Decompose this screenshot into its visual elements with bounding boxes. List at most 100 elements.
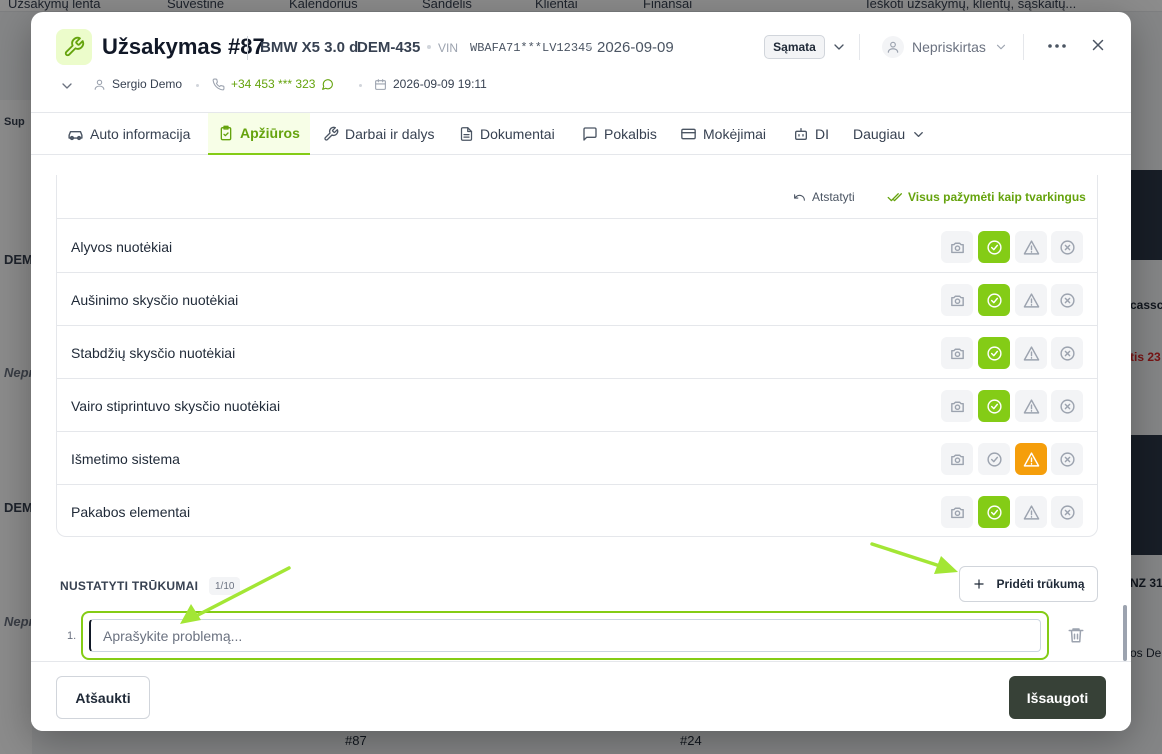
tab-auto-info[interactable]: Auto informacija — [67, 113, 190, 155]
status-warning-button[interactable] — [1015, 443, 1047, 475]
mark-all-ok-button[interactable]: Visus pažymėti kaip tvarkingus — [887, 190, 1086, 204]
calendar-icon — [375, 78, 386, 90]
x-circle-icon — [1059, 451, 1075, 467]
x-circle-icon — [1059, 504, 1075, 520]
modal-header: Užsakymas #87 BMW X5 3.0 d DEM-435 VIN W… — [31, 12, 1131, 113]
mark-all-label: Visus pažymėti kaip tvarkingus — [908, 190, 1086, 204]
checklist-row: Stabdžių skysčio nuotėkiai — [57, 326, 1097, 379]
phone-icon — [212, 78, 225, 90]
cancel-button[interactable]: Atšaukti — [56, 676, 150, 719]
camera-icon — [950, 401, 964, 412]
tab-label: Darbai ir dalys — [345, 126, 435, 142]
close-icon[interactable] — [1089, 36, 1107, 54]
camera-icon — [950, 242, 964, 253]
status-fail-button[interactable] — [1051, 390, 1083, 422]
page-title: Užsakymas #87 — [102, 34, 265, 59]
x-circle-icon — [1059, 239, 1075, 255]
tab-label: Dokumentai — [480, 126, 555, 142]
scrollbar-thumb[interactable] — [1123, 605, 1127, 661]
defect-description-input[interactable] — [89, 619, 1041, 652]
checklist-row: Vairo stiprintuvo skysčio nuotėkiai — [57, 379, 1097, 432]
save-button[interactable]: Išsaugoti — [1009, 676, 1106, 719]
trash-icon[interactable] — [1067, 626, 1085, 644]
chevron-down-icon — [914, 131, 924, 137]
add-photo-button[interactable] — [941, 284, 973, 316]
chevron-down-icon[interactable] — [59, 78, 75, 94]
status-fail-button[interactable] — [1051, 496, 1083, 528]
checklist-row: Pakabos elementai — [57, 485, 1097, 538]
x-circle-icon — [1059, 292, 1075, 308]
status-ok-button[interactable] — [978, 231, 1010, 263]
defects-section-title: NUSTATYTI TRŪKUMAI — [60, 579, 199, 593]
tab-more[interactable]: Daugiau — [853, 113, 926, 155]
status-warning-button[interactable] — [1015, 390, 1047, 422]
order-modal: Užsakymas #87 BMW X5 3.0 d DEM-435 VIN W… — [31, 12, 1131, 731]
modal-footer: Atšaukti Išsaugoti — [31, 661, 1131, 731]
status-warning-button[interactable] — [1015, 231, 1047, 263]
chevron-down-icon[interactable] — [831, 39, 847, 55]
divider — [859, 34, 860, 60]
tab-label: Daugiau — [853, 126, 906, 142]
status-ok-button[interactable] — [978, 496, 1010, 528]
add-photo-button[interactable] — [941, 496, 973, 528]
whatsapp-icon[interactable] — [321, 78, 334, 91]
check-circle-icon — [986, 239, 1002, 255]
status-warning-button[interactable] — [1015, 496, 1047, 528]
checklist-item-label: Išmetimo sistema — [71, 451, 180, 467]
datetime-value: 2026-09-09 19:11 — [393, 77, 487, 91]
tab-documents[interactable]: Dokumentai — [459, 113, 555, 155]
tab-chat[interactable]: Pokalbis — [582, 113, 657, 155]
more-horizontal-icon[interactable] — [1047, 38, 1067, 54]
license-plate: DEM-435 — [357, 39, 421, 56]
status-ok-button[interactable] — [978, 443, 1010, 475]
add-photo-button[interactable] — [941, 231, 973, 263]
tab-ai[interactable]: DI — [793, 113, 829, 155]
camera-icon — [950, 507, 964, 518]
status-warning-button[interactable] — [1015, 337, 1047, 369]
check-circle-icon — [986, 504, 1002, 520]
x-circle-icon — [1059, 345, 1075, 361]
order-date: 2026-09-09 — [597, 39, 674, 56]
wrench-icon — [56, 29, 92, 65]
warning-icon — [1023, 239, 1039, 255]
checklist-card: Atstatyti Visus pažymėti kaip tvarkingus… — [56, 175, 1098, 537]
estimate-button[interactable]: Sąmata — [764, 35, 825, 59]
status-fail-button[interactable] — [1051, 337, 1083, 369]
chat-icon — [583, 127, 597, 141]
x-circle-icon — [1059, 398, 1075, 414]
status-fail-button[interactable] — [1051, 284, 1083, 316]
status-ok-button[interactable] — [978, 284, 1010, 316]
tab-bar: Auto informacija Apžiūros Darbai ir daly… — [31, 113, 1131, 155]
tab-inspections[interactable]: Apžiūros — [208, 113, 310, 155]
warning-icon — [1023, 451, 1039, 467]
status-fail-button[interactable] — [1051, 443, 1083, 475]
clipboard-check-icon — [220, 125, 232, 141]
defect-number: 1. — [67, 630, 77, 642]
defects-count-badge: 1/10 — [209, 577, 241, 595]
add-photo-button[interactable] — [941, 337, 973, 369]
client-phone[interactable]: +34 453 *** 323 — [212, 77, 334, 91]
reset-label: Atstatyti — [812, 190, 855, 204]
tab-payments[interactable]: Mokėjimai — [680, 113, 766, 155]
add-defect-button[interactable]: Pridėti trūkumą — [959, 566, 1098, 602]
chevron-down-icon — [996, 44, 1005, 50]
status-warning-button[interactable] — [1015, 284, 1047, 316]
car-icon — [68, 130, 83, 140]
divider — [1023, 34, 1024, 60]
inspection-content: Atstatyti Visus pažymėti kaip tvarkingus… — [31, 155, 1131, 661]
tab-label: DI — [815, 126, 829, 142]
checklist-item-label: Pakabos elementai — [71, 504, 191, 520]
reset-button[interactable]: Atstatyti — [793, 190, 855, 204]
document-icon — [460, 127, 473, 141]
client-info[interactable]: Sergio Demo — [93, 77, 182, 91]
content-scrollbar[interactable] — [1121, 175, 1129, 661]
add-photo-button[interactable] — [941, 443, 973, 475]
car-model: BMW X5 3.0 d — [260, 39, 359, 56]
add-photo-button[interactable] — [941, 390, 973, 422]
status-ok-button[interactable] — [978, 337, 1010, 369]
status-fail-button[interactable] — [1051, 231, 1083, 263]
defect-input-wrapper — [81, 611, 1049, 660]
assignee-selector[interactable]: Nepriskirtas — [882, 36, 1008, 58]
tab-works-parts[interactable]: Darbai ir dalys — [323, 113, 434, 155]
status-ok-button[interactable] — [978, 390, 1010, 422]
